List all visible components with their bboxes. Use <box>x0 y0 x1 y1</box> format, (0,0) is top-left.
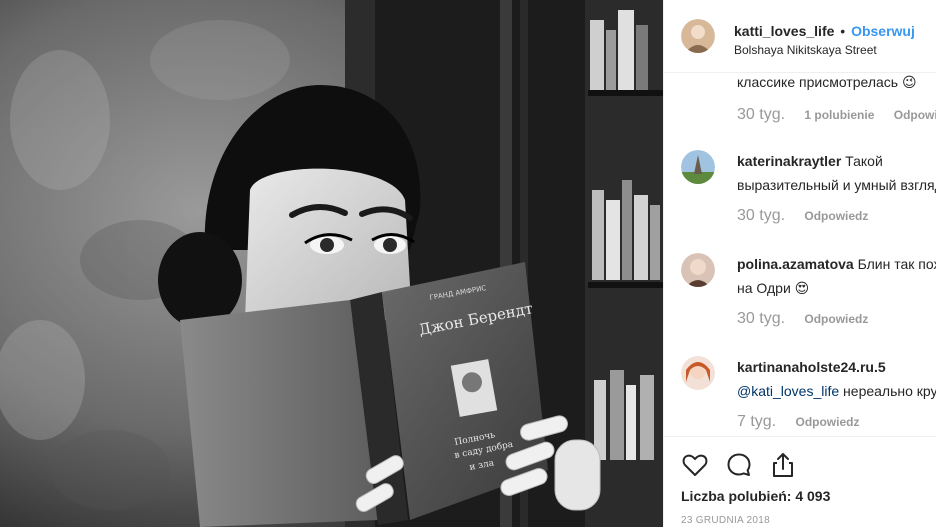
share-icon[interactable] <box>769 451 797 479</box>
comment-text: katerinakraytler Такой <box>737 149 936 173</box>
comment-body: Такой <box>841 153 883 169</box>
commenter-username[interactable]: kartinanaholste24.ru.5 <box>737 359 886 375</box>
comment-reply-button[interactable]: Odpowiedz <box>894 108 936 122</box>
follow-button[interactable]: Obserwuj <box>851 23 915 39</box>
comment-reply-button[interactable]: Odpowiedz <box>804 209 868 223</box>
book-back-cover <box>180 300 378 527</box>
commenter-avatar[interactable] <box>681 150 715 184</box>
comments-list[interactable]: классике присмотрелась 😉 30 tyg. 1 polub… <box>664 73 936 435</box>
header-line: katti_loves_life • Obserwuj <box>734 23 915 39</box>
comment-age[interactable]: 7 tyg. <box>737 413 776 430</box>
comment-likes-button[interactable]: 1 polubienie <box>804 108 874 122</box>
comment-reply-button[interactable]: Odpowiedz <box>804 312 868 326</box>
commenter-username[interactable]: polina.azamatova <box>737 256 854 272</box>
post-photo[interactable]: ГРАНД АМФРИС Джон Берендт Полночь в саду… <box>0 0 663 527</box>
comment-text: классике присмотрелась 😉 <box>737 74 917 90</box>
comment-text-line2: выразительный и умный взгляд <box>737 177 936 193</box>
author-avatar[interactable] <box>681 19 715 53</box>
author-username[interactable]: katti_loves_life <box>734 23 834 39</box>
location-link[interactable]: Bolshaya Nikitskaya Street <box>734 43 877 57</box>
post-header: katti_loves_life • Obserwuj Bolshaya Nik… <box>664 0 936 73</box>
commenter-avatar[interactable] <box>681 253 715 287</box>
post-actions: Liczba polubień: 4 093 23 GRUDNIA 2018 <box>664 436 936 527</box>
commenter-username-line: kartinanaholste24.ru.5 <box>737 355 936 379</box>
comment-reply-button[interactable]: Odpowiedz <box>795 415 859 429</box>
comment-body: нереально круто <box>843 383 936 399</box>
comment-age[interactable]: 30 tyg. <box>737 106 785 123</box>
commenter-username[interactable]: katerinakraytler <box>737 153 841 169</box>
comment-age[interactable]: 30 tyg. <box>737 207 785 224</box>
commenter-avatar[interactable] <box>681 356 715 390</box>
likes-count[interactable]: Liczba polubień: 4 093 <box>681 488 830 504</box>
comment-age[interactable]: 30 tyg. <box>737 310 785 327</box>
heart-icon[interactable] <box>681 451 709 479</box>
post-date[interactable]: 23 GRUDNIA 2018 <box>681 515 770 526</box>
comment-meta: 30 tyg. Odpowiedz <box>737 310 884 328</box>
comment-text-line2: на Одри 😍 <box>737 280 810 296</box>
comment-meta: 30 tyg. Odpowiedz <box>737 207 884 225</box>
post-side-panel: katti_loves_life • Obserwuj Bolshaya Nik… <box>663 0 936 527</box>
comment-text: polina.azamatova Блин так похожа <box>737 252 936 276</box>
separator-dot: • <box>840 23 846 39</box>
comment-text: @kati_loves_life нереально круто <box>737 379 936 403</box>
comment-meta: 7 tyg. Odpowiedz <box>737 413 875 431</box>
comment-mention[interactable]: @kati_loves_life <box>737 383 839 399</box>
comment-bubble-icon[interactable] <box>725 451 753 479</box>
hair-bun <box>158 232 242 328</box>
comment-body: Блин так похожа <box>857 256 936 272</box>
comment-meta: 30 tyg. 1 polubienie Odpowiedz <box>737 106 936 124</box>
